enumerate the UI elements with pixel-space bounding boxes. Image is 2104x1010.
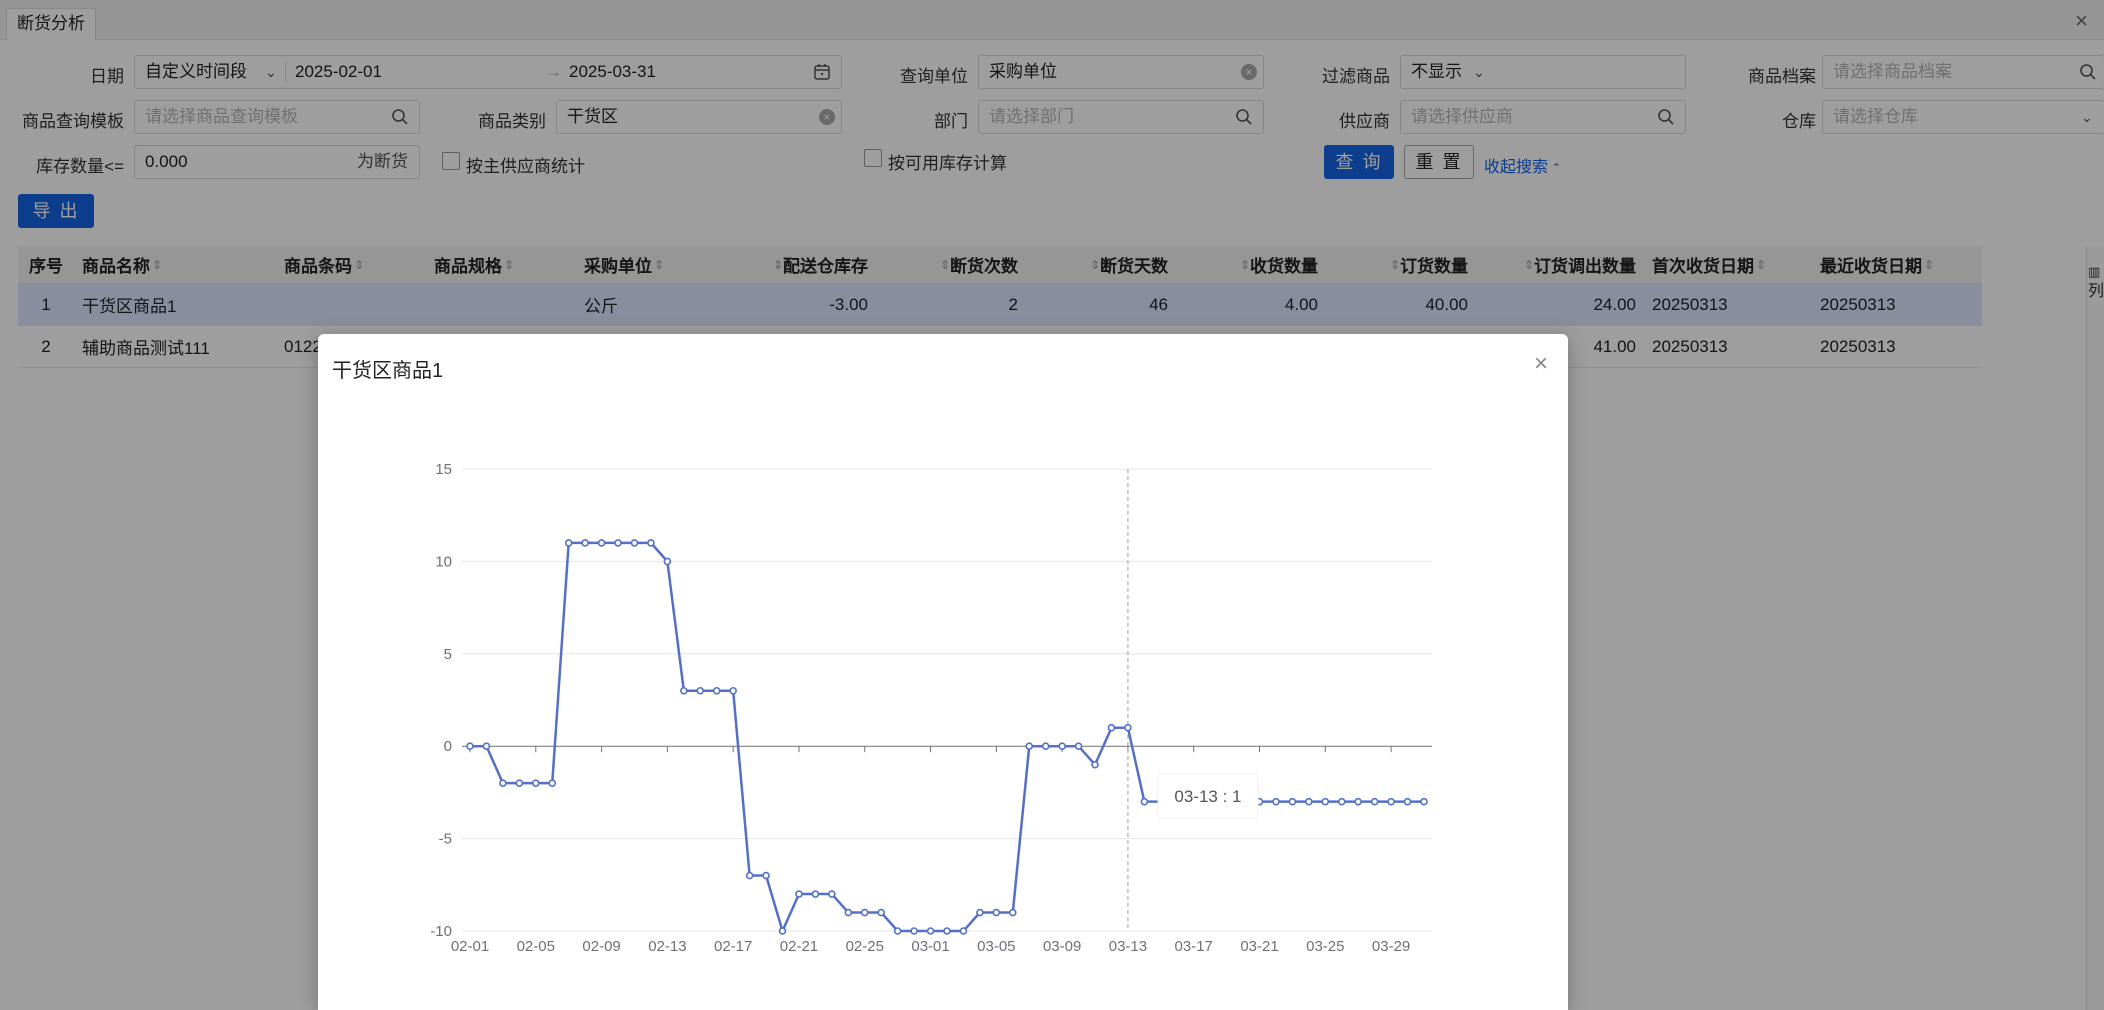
trend-chart-modal: 干货区商品1 × 15 10 5 0 -5 -10 02-01 02-05 02-09 02-13… <box>318 334 1568 1010</box>
x-tick-label: 02-01 <box>451 938 489 955</box>
data-point[interactable] <box>499 779 507 787</box>
data-point[interactable] <box>1420 797 1428 806</box>
data-point[interactable] <box>482 742 491 751</box>
tooltip-text: 03-13 : 1 <box>1174 787 1241 806</box>
data-point[interactable] <box>647 539 655 547</box>
data-point[interactable] <box>1074 742 1083 751</box>
data-point[interactable] <box>926 927 935 935</box>
y-tick-label: 15 <box>435 461 452 478</box>
data-point[interactable] <box>992 908 1001 917</box>
x-tick-label: 03-25 <box>1306 938 1344 955</box>
stock-trend-chart: 15 10 5 0 -5 -1002-01 02-05 02-09 02-13 02-17 02-2… <box>430 461 1432 955</box>
data-point[interactable] <box>877 908 886 917</box>
data-point[interactable] <box>959 927 968 935</box>
data-point[interactable] <box>893 927 902 935</box>
data-point[interactable] <box>1272 797 1280 806</box>
x-tick-label: 02-17 <box>714 938 752 955</box>
data-point[interactable] <box>1107 723 1116 732</box>
data-point[interactable] <box>762 871 770 880</box>
data-point[interactable] <box>1008 908 1017 917</box>
data-point[interactable] <box>1403 797 1412 806</box>
x-tick-label: 03-01 <box>911 938 949 955</box>
y-tick-label: 0 <box>444 738 452 755</box>
y-tick-label: 10 <box>435 553 452 570</box>
data-point[interactable] <box>548 779 557 787</box>
data-point[interactable] <box>745 871 754 880</box>
data-point[interactable] <box>680 686 688 695</box>
data-point[interactable] <box>778 927 787 935</box>
data-point[interactable] <box>1140 797 1149 806</box>
data-point[interactable] <box>597 539 606 547</box>
y-tick-label: -10 <box>430 923 452 940</box>
data-point[interactable] <box>531 779 540 787</box>
data-point[interactable] <box>1305 797 1313 806</box>
data-point[interactable] <box>1124 723 1132 732</box>
data-point[interactable] <box>614 539 622 547</box>
data-point[interactable] <box>860 908 869 917</box>
x-tick-label: 02-25 <box>846 938 884 955</box>
data-point[interactable] <box>1091 760 1099 769</box>
x-tick-label: 02-21 <box>780 938 818 955</box>
data-point[interactable] <box>466 742 474 751</box>
data-point[interactable] <box>976 908 984 917</box>
x-tick-label: 03-17 <box>1175 938 1213 955</box>
data-point[interactable] <box>630 539 639 547</box>
data-point[interactable] <box>910 927 918 935</box>
data-point[interactable] <box>1058 742 1066 751</box>
y-tick-label: 5 <box>444 646 452 663</box>
data-point[interactable] <box>564 539 573 547</box>
x-tick-label: 02-13 <box>648 938 686 955</box>
data-point[interactable] <box>581 539 589 547</box>
data-point[interactable] <box>1370 797 1379 806</box>
x-tick-label: 02-09 <box>582 938 620 955</box>
data-point[interactable] <box>828 890 836 898</box>
data-point[interactable] <box>729 686 737 695</box>
data-point[interactable] <box>943 927 951 935</box>
x-tick-label: 03-29 <box>1372 938 1410 955</box>
data-point[interactable] <box>1041 742 1050 751</box>
x-tick-label: 03-21 <box>1240 938 1278 955</box>
data-point[interactable] <box>844 908 853 917</box>
data-point[interactable] <box>1354 797 1363 806</box>
data-point[interactable] <box>696 686 705 695</box>
x-tick-label: 03-05 <box>977 938 1015 955</box>
data-point[interactable] <box>1387 797 1395 806</box>
x-tick-label: 02-05 <box>517 938 555 955</box>
data-point[interactable] <box>1025 742 1034 751</box>
data-point[interactable] <box>811 890 820 898</box>
data-point[interactable] <box>1288 797 1297 806</box>
data-point[interactable] <box>712 686 721 695</box>
series-line <box>470 541 1424 935</box>
data-point[interactable] <box>663 557 672 566</box>
data-point[interactable] <box>1321 797 1330 806</box>
x-tick-label: 03-13 <box>1109 938 1147 955</box>
x-tick-label: 03-09 <box>1043 938 1081 955</box>
data-point[interactable] <box>795 890 803 898</box>
data-point[interactable] <box>1337 797 1346 806</box>
data-point[interactable] <box>515 779 524 787</box>
y-tick-label: -5 <box>439 831 452 848</box>
